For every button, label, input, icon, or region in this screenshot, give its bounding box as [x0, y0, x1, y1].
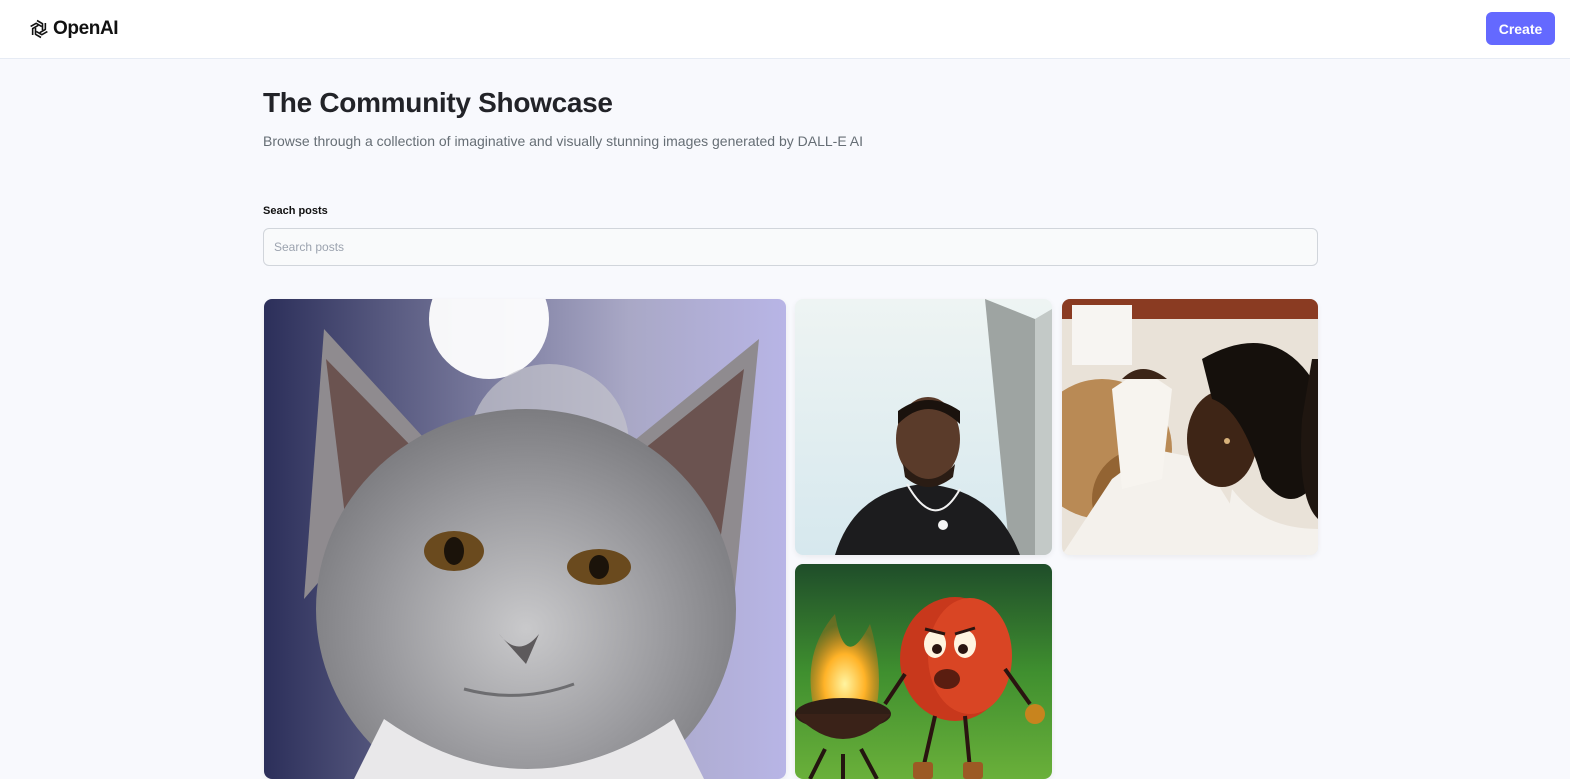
gallery-card-bbq[interactable] [795, 564, 1052, 779]
woman-portrait-image [1062, 299, 1318, 555]
page-title: The Community Showcase [263, 87, 613, 118]
man-portrait-image [795, 299, 1052, 555]
top-navbar: OpenAI Create [0, 0, 1570, 59]
gallery-card-man[interactable] [795, 299, 1052, 555]
cat-image [264, 299, 786, 779]
gallery-card-cat[interactable] [264, 299, 786, 779]
search-input[interactable] [263, 228, 1318, 266]
openai-logo-icon [27, 17, 51, 41]
page-subtitle: Browse through a collection of imaginati… [263, 133, 864, 149]
search-label: Seach posts [263, 205, 328, 217]
create-button[interactable]: Create [1486, 12, 1555, 45]
bbq-character-image [795, 564, 1052, 779]
logo-text: OpenAI [53, 18, 119, 39]
openai-logo[interactable]: OpenAI [27, 16, 119, 42]
gallery-card-woman[interactable] [1062, 299, 1318, 555]
